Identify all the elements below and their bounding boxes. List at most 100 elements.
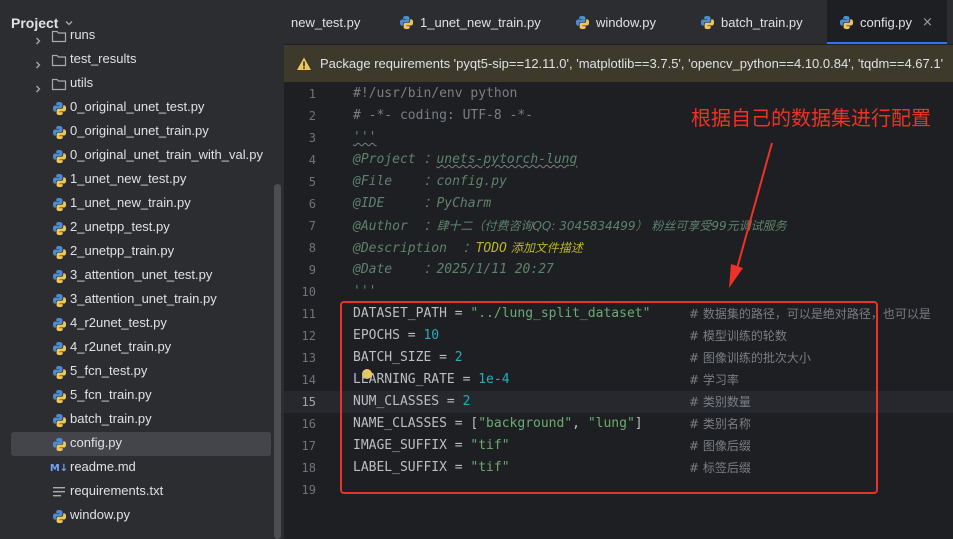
chevron-right-icon[interactable] (33, 79, 43, 93)
tree-item-label: runs (70, 27, 96, 42)
line-number: 3 (308, 131, 316, 145)
todo-marker: TODO (475, 241, 507, 256)
tree-item[interactable]: 5_fcn_train.py (11, 384, 271, 408)
tree-scrollbar[interactable] (274, 184, 281, 539)
tree-item[interactable]: 0_original_unet_test.py (11, 96, 271, 120)
file-value: config.py (436, 174, 507, 189)
tree-item-label: 0_original_unet_test.py (70, 99, 205, 114)
tree-item-label: readme.md (70, 459, 136, 474)
line-number: 13 (301, 351, 316, 365)
line-number: 17 (301, 439, 316, 453)
python-file-icon (51, 388, 67, 404)
tree-item[interactable]: 2_unetpp_train.py (11, 240, 271, 264)
python-file-icon (51, 364, 67, 380)
doc-open: ''' (353, 130, 377, 145)
annotation-text: 根据自己的数据集进行配置 (691, 106, 931, 130)
tab-label: config.py (860, 15, 913, 30)
tree-item-label: test_results (70, 51, 137, 66)
code-line-8: @Description ：TODO 添加文件描述 (353, 237, 583, 259)
line-number: 15 (301, 395, 316, 409)
tab-1-unet-new-train[interactable]: 1_unet_new_train.py (395, 0, 545, 44)
code-line-4: @Project ：unets-pytorch-lung (353, 149, 577, 171)
python-file-icon (51, 100, 67, 116)
tree-item[interactable]: 0_original_unet_train.py (11, 120, 271, 144)
python-file-icon (51, 340, 67, 356)
line-number: 6 (308, 197, 316, 211)
tree-item[interactable]: 2_unetpp_test.py (11, 216, 271, 240)
python-file-icon (51, 268, 67, 284)
tree-item[interactable]: runs (11, 24, 271, 48)
code-line-9: @Date ：2025/1/11 20:27 (353, 259, 554, 281)
tree-item-label: batch_train.py (70, 411, 152, 426)
tree-item[interactable]: utils (11, 72, 271, 96)
description-value: 添加文件描述 (506, 241, 583, 255)
line-number-gutter: 1 2 3 4 5 6 7 8 9 10 11 12 13 14 15 16 17 18 19 (284, 82, 344, 539)
python-file-icon (51, 220, 67, 236)
date-key: @Date ： (353, 262, 437, 277)
doc-close: ''' (353, 284, 377, 299)
tree-item[interactable]: 5_fcn_test.py (11, 360, 271, 384)
python-file-icon (51, 412, 67, 428)
tab-window[interactable]: window.py (571, 0, 660, 44)
markdown-file-icon: M↓ (49, 462, 69, 474)
python-file-icon (51, 148, 67, 164)
tree-item[interactable]: test_results (11, 48, 271, 72)
tab-label: window.py (596, 15, 656, 30)
line-number: 19 (301, 483, 316, 497)
line-number: 5 (308, 175, 316, 189)
tree-item-label: window.py (70, 507, 130, 522)
project-panel: Project runs test_results utils 0_original_… (0, 0, 284, 539)
tree-item[interactable]: 1_unet_new_train.py (11, 192, 271, 216)
python-file-icon (51, 196, 67, 212)
code-line-6: @IDE ：PyCharm (353, 193, 491, 215)
ide-value: PyCharm (436, 196, 492, 211)
warning-icon (297, 57, 311, 70)
tree-item[interactable]: 4_r2unet_train.py (11, 336, 271, 360)
chevron-right-icon[interactable] (33, 55, 43, 69)
tree-item[interactable]: batch_train.py (11, 408, 271, 432)
python-file-icon (51, 508, 67, 524)
tree-item[interactable]: requirements.txt (11, 480, 271, 504)
tree-item-label: 1_unet_new_train.py (70, 195, 191, 210)
line-number: 8 (308, 241, 316, 255)
tree-item[interactable]: 0_original_unet_train_with_val.py (11, 144, 271, 168)
python-file-icon (51, 292, 67, 308)
python-file-icon (51, 124, 67, 140)
tree-item-label: 5_fcn_train.py (70, 387, 152, 402)
line-number: 9 (308, 263, 316, 277)
editor-tab-bar: new_test.py 1_unet_new_train.py window.py b… (284, 0, 953, 45)
tab-new-test[interactable]: new_test.py (287, 0, 364, 44)
line-number: 10 (301, 285, 316, 299)
python-file-icon (51, 316, 67, 332)
line-number: 4 (308, 153, 316, 167)
file-key: @File ： (353, 174, 437, 189)
tree-item[interactable]: 1_unet_new_test.py (11, 168, 271, 192)
package-requirements-banner: Package requirements 'pyqt5-sip==12.11.0… (284, 45, 953, 82)
tree-item[interactable]: window.py (11, 504, 271, 528)
notice-text: Package requirements 'pyqt5-sip==12.11.0… (320, 56, 944, 71)
description-key: @Description ： (353, 241, 476, 256)
line-number: 14 (301, 373, 316, 387)
tree-item-label: 3_attention_unet_train.py (70, 291, 217, 306)
line-number: 11 (301, 307, 316, 321)
python-file-icon (51, 172, 67, 188)
tree-item-label: 4_r2unet_train.py (70, 339, 172, 354)
code-line-3: ''' (353, 127, 376, 149)
tree-item-label: 2_unetpp_train.py (70, 243, 175, 258)
project-key: @Project ： (353, 152, 437, 167)
tab-label: 1_unet_new_train.py (420, 15, 541, 30)
tab-config[interactable]: config.py × (827, 0, 947, 44)
tree-item[interactable]: config.py (11, 432, 271, 456)
line-number: 2 (308, 109, 316, 123)
tab-label: new_test.py (291, 15, 361, 30)
tree-item-label: 5_fcn_test.py (70, 363, 148, 378)
close-icon[interactable]: × (922, 15, 933, 30)
tree-item-label: utils (70, 75, 94, 90)
tree-item[interactable]: M↓ readme.md (11, 456, 271, 480)
chevron-right-icon[interactable] (33, 31, 43, 45)
tree-item[interactable]: 3_attention_unet_test.py (11, 264, 271, 288)
python-file-icon (399, 15, 415, 31)
tree-item[interactable]: 4_r2unet_test.py (11, 312, 271, 336)
tab-batch-train[interactable]: batch_train.py (696, 0, 807, 44)
tree-item[interactable]: 3_attention_unet_train.py (11, 288, 271, 312)
